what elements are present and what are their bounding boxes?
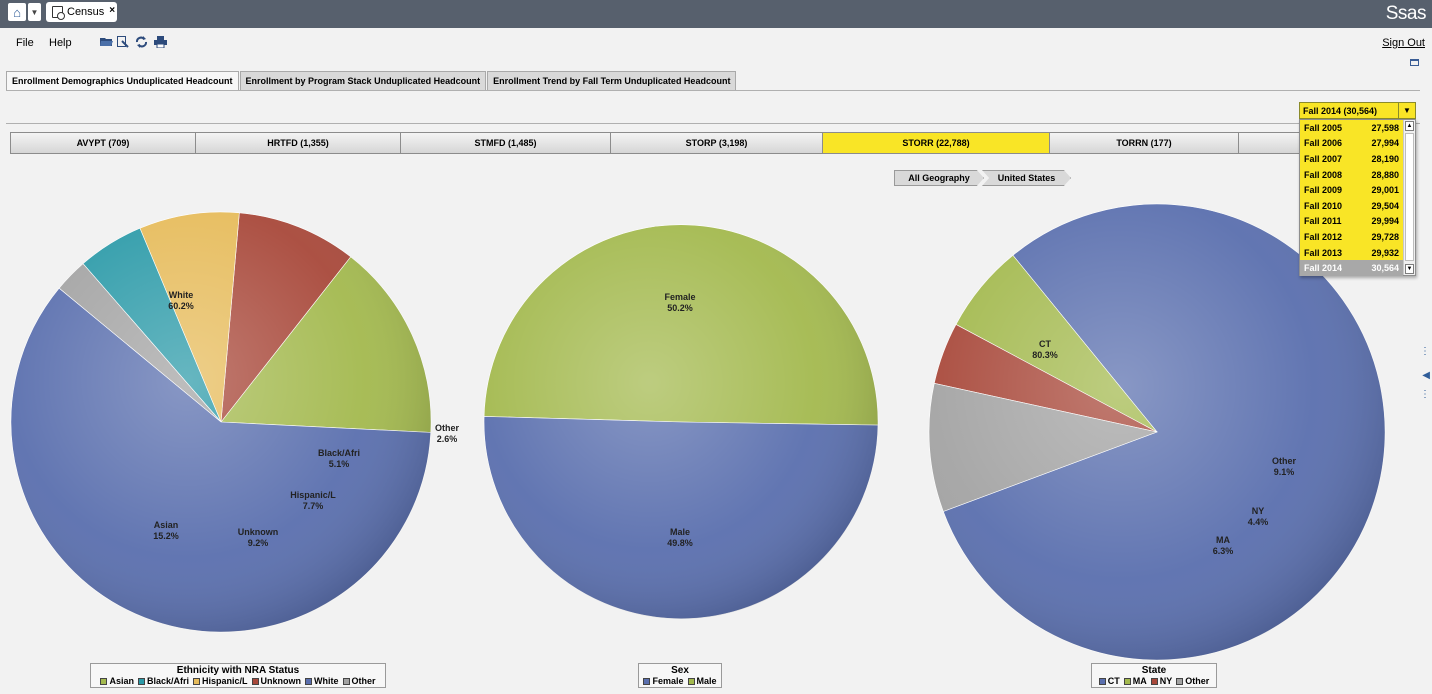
legend-title: Ethnicity with NRA Status [176,665,300,676]
sex-pie-chart: Female50.2% Male49.8% [483,224,879,619]
legend-item-ny: NY [1150,676,1172,687]
scroll-thumb[interactable] [1405,133,1414,261]
legend-swatch [305,678,313,685]
term-option[interactable]: Fall 2012 29,728 [1300,229,1403,245]
term-dropdown-list: Fall 2005 27,598 Fall 2006 27,994 Fall 200… [1299,119,1416,276]
state-legend: State CT MA NY Other [1091,663,1217,688]
legend-swatch [342,678,350,685]
slice-label-value: 9.1% [1274,467,1295,477]
legend-item-ma: MA [1123,676,1147,687]
legend-item-other: Other [342,676,376,687]
term-option[interactable]: Fall 2011 29,994 [1300,213,1403,230]
slice-label-value: 50.2% [667,303,693,313]
pie-slice-female[interactable] [483,416,879,619]
legend-item-ct: CT [1098,676,1120,687]
legend-swatch [1176,678,1184,685]
slice-label-value: 60.2% [168,301,194,311]
ethnicity-pie-chart: White60.2% Asian15.2% Unknown9.2% Hispanic/… [10,211,460,633]
sex-legend: Sex Female Male [638,663,722,688]
slice-label-value: 6.3% [1213,546,1234,556]
legend-swatch [1098,678,1106,685]
legend-item-unknown: Unknown [251,676,301,687]
legend-swatch [1150,678,1158,685]
term-option[interactable]: Fall 2007 28,190 [1300,151,1403,167]
slice-label-value: 5.1% [329,459,350,469]
legend-item-white: White [305,676,339,687]
slice-label-value: 15.2% [153,531,179,541]
legend-item-other: Other [1176,676,1209,687]
slice-label-value: 2.6% [437,434,458,444]
slice-label-value: 7.7% [303,501,324,511]
term-option[interactable]: Fall 2006 27,994 [1300,135,1403,152]
slice-label-name: Other [435,423,460,433]
collapse-panel-icon[interactable]: ◀ [1422,370,1430,381]
term-option[interactable]: Fall 2005 27,598 [1300,120,1403,136]
slice-label-name: Black/Afri [318,448,360,458]
slice-label-name: Male [670,527,690,537]
term-option[interactable]: Fall 2008 28,880 [1300,166,1403,183]
slice-label-name: NY [1252,506,1265,516]
slice-label-name: Asian [154,520,179,530]
slice-label-name: Hispanic/L [290,490,336,500]
legend-swatch [251,678,259,685]
legend-title: State [1141,665,1167,676]
panel-grip-icon[interactable]: ⋮ [1420,346,1430,357]
term-option[interactable]: Fall 2010 29,504 [1300,198,1403,214]
legend-swatch [643,678,651,685]
slice-label-name: Female [664,292,695,302]
slice-label-name: White [169,290,194,300]
term-option[interactable]: Fall 2009 29,001 [1300,182,1403,198]
ethnicity-legend: Ethnicity with NRA Status Asian Black/Af… [90,663,386,688]
legend-swatch [1123,678,1131,685]
slice-label-name: MA [1216,535,1230,545]
slice-label-value: 80.3% [1032,350,1058,360]
legend-swatch [193,678,200,685]
legend-item-hispanic: Hispanic/L [193,676,248,687]
legend-item-female: Female [643,676,684,687]
scroll-up-icon[interactable]: ▲ [1405,121,1414,131]
legend-title: Sex [671,665,689,676]
pie-charts: White60.2% Asian15.2% Unknown9.2% Hispanic/… [10,203,1386,661]
slice-label-value: 9.2% [248,538,269,548]
scroll-down-icon[interactable]: ▼ [1405,264,1414,274]
legend-item-male: Male [687,676,717,687]
legend-swatch [137,678,145,685]
slice-label-name: Other [1272,456,1297,466]
panel-grip-icon[interactable]: ⋮ [1420,389,1430,400]
legend-item-black-afri: Black/Afri [137,676,189,687]
term-option[interactable]: Fall 2013 29,932 [1300,244,1403,261]
slice-label-value: 4.4% [1248,517,1269,527]
legend-item-asian: Asian [100,676,134,687]
slice-label-value: 49.8% [667,538,693,548]
legend-swatch [100,678,108,685]
slice-label-name: CT [1039,339,1051,349]
dropdown-scrollbar[interactable]: ▲ ▼ [1403,120,1415,275]
legend-swatch [687,678,695,685]
slice-label-name: Unknown [238,527,279,537]
term-option-selected[interactable]: Fall 2014 30,564 [1300,260,1403,276]
pie-slice-male[interactable] [483,224,879,426]
